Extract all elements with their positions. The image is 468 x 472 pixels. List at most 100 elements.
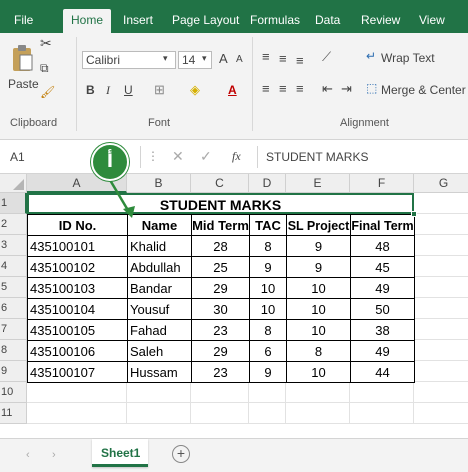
- font-name-box[interactable]: Calibri ▾: [82, 51, 176, 69]
- empty-cell[interactable]: [350, 382, 414, 403]
- formula-input[interactable]: STUDENT MARKS: [266, 150, 368, 164]
- merge-center-button[interactable]: Merge & Center: [381, 83, 466, 97]
- empty-cell[interactable]: [414, 361, 468, 382]
- table-cell[interactable]: Yousuf: [127, 298, 192, 320]
- empty-cell[interactable]: [127, 382, 191, 403]
- empty-cell[interactable]: [286, 403, 350, 424]
- table-cell[interactable]: 435100104: [27, 298, 128, 320]
- italic-button[interactable]: I: [106, 83, 110, 98]
- insert-function-icon[interactable]: fx: [232, 149, 241, 164]
- column-header-d[interactable]: D: [249, 174, 286, 193]
- table-cell[interactable]: 44: [350, 361, 415, 383]
- table-cell[interactable]: 29: [191, 340, 250, 362]
- fill-handle[interactable]: [411, 211, 417, 217]
- table-cell[interactable]: 435100101: [27, 235, 128, 257]
- underline-button[interactable]: U: [124, 83, 133, 97]
- column-header-g[interactable]: G: [414, 174, 468, 193]
- table-cell[interactable]: 28: [191, 235, 250, 257]
- empty-cell[interactable]: [414, 319, 468, 340]
- row-header-1[interactable]: 1: [0, 193, 27, 214]
- table-cell[interactable]: Hussam: [127, 361, 192, 383]
- table-cell[interactable]: 435100102: [27, 256, 128, 278]
- table-header-cell[interactable]: Final Term: [350, 214, 415, 236]
- table-cell[interactable]: 23: [191, 361, 250, 383]
- font-color-button[interactable]: A: [228, 83, 237, 97]
- table-cell[interactable]: 9: [286, 235, 351, 257]
- sheet-tab-sheet1[interactable]: Sheet1: [92, 439, 148, 467]
- column-header-e[interactable]: E: [286, 174, 350, 193]
- row-header-10[interactable]: 10: [0, 382, 27, 403]
- scroll-left-icon[interactable]: ‹: [26, 449, 30, 461]
- merge-center-icon[interactable]: ⬚: [366, 81, 377, 95]
- fill-color-icon[interactable]: ◈: [190, 82, 200, 98]
- table-cell[interactable]: 8: [249, 319, 287, 341]
- decrease-indent-icon[interactable]: ⇤: [322, 81, 333, 97]
- empty-cell[interactable]: [27, 382, 127, 403]
- empty-cell[interactable]: [414, 193, 468, 214]
- borders-icon[interactable]: ⊞: [154, 82, 165, 98]
- table-cell[interactable]: 38: [350, 319, 415, 341]
- row-header-8[interactable]: 8: [0, 340, 27, 361]
- row-header-6[interactable]: 6: [0, 298, 27, 319]
- format-painter-icon[interactable]: 🖌: [40, 85, 55, 99]
- empty-cell[interactable]: [414, 214, 468, 235]
- table-cell[interactable]: Khalid: [127, 235, 192, 257]
- shrink-font-button[interactable]: A: [236, 54, 243, 65]
- row-header-7[interactable]: 7: [0, 319, 27, 340]
- table-cell[interactable]: 49: [350, 340, 415, 362]
- tab-home[interactable]: Home: [63, 9, 112, 33]
- table-cell[interactable]: 10: [286, 298, 351, 320]
- copy-icon[interactable]: ⧉: [40, 61, 49, 76]
- table-cell[interactable]: 6: [249, 340, 287, 362]
- middle-align-icon[interactable]: ≡: [279, 51, 287, 66]
- enter-icon[interactable]: ✓: [200, 148, 212, 165]
- table-header-cell[interactable]: SL Project: [286, 214, 351, 236]
- empty-cell[interactable]: [414, 235, 468, 256]
- tab-formulas[interactable]: Formulas: [250, 10, 300, 33]
- grow-font-button[interactable]: A: [219, 51, 228, 66]
- table-cell[interactable]: 30: [191, 298, 250, 320]
- empty-cell[interactable]: [414, 256, 468, 277]
- bottom-align-icon[interactable]: ≡: [296, 53, 304, 68]
- cancel-icon[interactable]: ✕: [172, 148, 184, 165]
- table-cell[interactable]: 10: [286, 361, 351, 383]
- row-header-4[interactable]: 4: [0, 256, 27, 277]
- table-cell[interactable]: 29: [191, 277, 250, 299]
- empty-cell[interactable]: [286, 382, 350, 403]
- paste-icon[interactable]: [10, 43, 34, 73]
- table-cell[interactable]: 25: [191, 256, 250, 278]
- bold-button[interactable]: B: [86, 83, 95, 97]
- column-header-c[interactable]: C: [191, 174, 249, 193]
- empty-cell[interactable]: [414, 298, 468, 319]
- table-cell[interactable]: 9: [249, 361, 287, 383]
- name-box[interactable]: A1: [10, 150, 25, 164]
- table-cell[interactable]: Saleh: [127, 340, 192, 362]
- tab-data[interactable]: Data: [315, 10, 340, 33]
- table-cell[interactable]: 9: [286, 256, 351, 278]
- align-right-icon[interactable]: ≡: [296, 81, 304, 96]
- tab-file[interactable]: File: [14, 10, 33, 33]
- font-size-box[interactable]: 14 ▾: [178, 51, 212, 69]
- empty-cell[interactable]: [249, 403, 286, 424]
- row-header-3[interactable]: 3: [0, 235, 27, 256]
- empty-cell[interactable]: [414, 403, 468, 424]
- tab-view[interactable]: View: [419, 10, 445, 33]
- row-header-2[interactable]: 2: [0, 214, 27, 235]
- wrap-text-icon[interactable]: ↵: [366, 49, 376, 63]
- table-cell[interactable]: 48: [350, 235, 415, 257]
- table-cell[interactable]: 9: [249, 256, 287, 278]
- empty-cell[interactable]: [127, 403, 191, 424]
- empty-cell[interactable]: [27, 403, 127, 424]
- add-sheet-icon[interactable]: +: [172, 445, 190, 463]
- row-header-11[interactable]: 11: [0, 403, 27, 424]
- table-cell[interactable]: 10: [249, 298, 287, 320]
- table-cell[interactable]: 435100106: [27, 340, 128, 362]
- top-align-icon[interactable]: ≡: [262, 49, 270, 64]
- empty-cell[interactable]: [350, 403, 414, 424]
- empty-cell[interactable]: [191, 382, 249, 403]
- empty-cell[interactable]: [414, 277, 468, 298]
- table-cell[interactable]: Abdullah: [127, 256, 192, 278]
- row-header-5[interactable]: 5: [0, 277, 27, 298]
- table-cell[interactable]: 10: [286, 277, 351, 299]
- table-cell[interactable]: 435100105: [27, 319, 128, 341]
